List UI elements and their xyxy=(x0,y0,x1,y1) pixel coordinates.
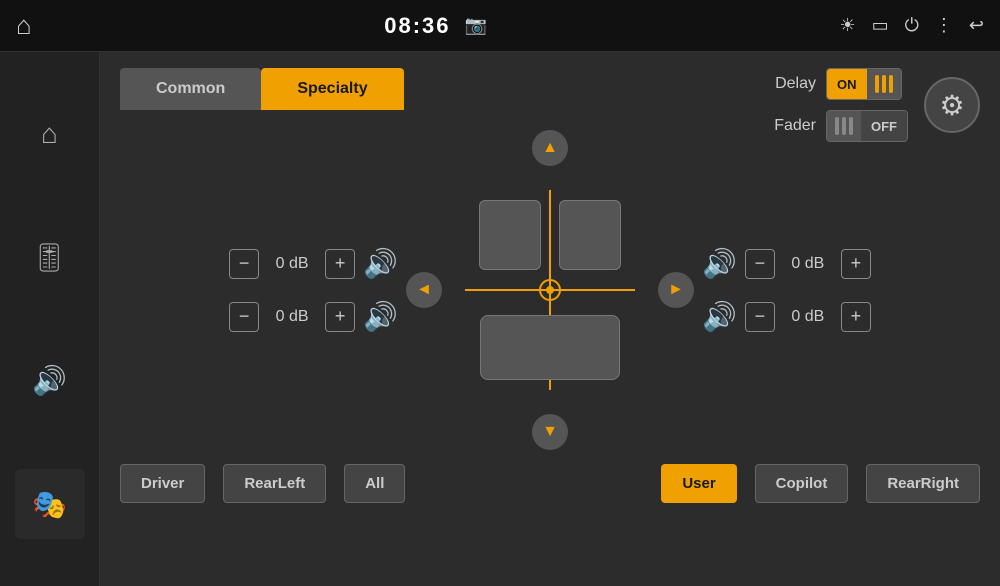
back-icon[interactable]: ↩ xyxy=(969,15,984,36)
center-section: ▲ ◄ xyxy=(406,130,694,450)
sidebar-item-equalizer[interactable]: 🎚 xyxy=(15,222,85,292)
main-layout: ⌂ 🎚 🔊 🎭 Common Specialty Delay ON xyxy=(0,52,1000,586)
seat-diagram xyxy=(465,190,635,390)
equalizer-icon: 🎚 xyxy=(32,241,68,274)
bar-g2 xyxy=(842,117,846,135)
left-top-minus-button[interactable]: − xyxy=(229,249,259,279)
sidebar-item-audio-effect[interactable]: 🎭 xyxy=(15,469,85,539)
right-bottom-db-row: 🔊 − 0 dB + xyxy=(702,300,871,333)
left-top-db-value: 0 dB xyxy=(267,255,317,273)
tab-common[interactable]: Common xyxy=(120,68,261,110)
fader-label: Fader xyxy=(768,117,816,135)
driver-zone-button[interactable]: Driver xyxy=(120,464,205,503)
bar-g1 xyxy=(835,117,839,135)
bar2 xyxy=(882,75,886,93)
middle-row: ◄ xyxy=(406,170,694,410)
audio-effect-icon: 🎭 xyxy=(32,488,67,521)
settings-button[interactable]: ⚙ xyxy=(924,77,980,133)
sidebar-item-home[interactable]: ⌂ xyxy=(15,99,85,169)
arrow-left-button[interactable]: ◄ xyxy=(406,272,442,308)
left-bottom-minus-button[interactable]: − xyxy=(229,302,259,332)
main-audio-section: − 0 dB + 🔊 − 0 dB + 🔊 ▲ ◄ xyxy=(120,130,980,450)
delay-label: Delay xyxy=(768,75,816,93)
right-bottom-speaker-icon: 🔊 xyxy=(702,300,737,333)
brightness-icon[interactable]: ☀ xyxy=(839,15,855,36)
power-icon[interactable]: ⏻ xyxy=(905,15,919,36)
arrow-up-button[interactable]: ▲ xyxy=(532,130,568,166)
seat-rear xyxy=(480,315,620,380)
top-right-controls: Delay ON Fader xyxy=(768,68,980,142)
battery-icon[interactable]: ▭ xyxy=(872,15,889,36)
left-bottom-plus-button[interactable]: + xyxy=(325,302,355,332)
right-bottom-plus-button[interactable]: + xyxy=(841,302,871,332)
crosshair-dot-inner xyxy=(546,286,554,294)
all-zone-button[interactable]: All xyxy=(344,464,405,503)
bar3 xyxy=(889,75,893,93)
content-area: Common Specialty Delay ON xyxy=(100,52,1000,586)
seat-diagram-container xyxy=(450,170,650,410)
rearleft-zone-button[interactable]: RearLeft xyxy=(223,464,326,503)
right-db-section: 🔊 − 0 dB + 🔊 − 0 dB + xyxy=(694,247,871,333)
seat-front-right xyxy=(559,200,621,270)
bar1 xyxy=(875,75,879,93)
home-nav-icon: ⌂ xyxy=(41,118,58,150)
left-bottom-speaker-icon: 🔊 xyxy=(363,300,398,333)
camera-icon[interactable]: 📷 xyxy=(465,15,487,36)
arrow-down-button[interactable]: ▼ xyxy=(532,414,568,450)
bar-g3 xyxy=(849,117,853,135)
volume-icon: 🔊 xyxy=(32,364,67,397)
tab-specialty[interactable]: Specialty xyxy=(261,68,403,110)
arrow-right-button[interactable]: ► xyxy=(658,272,694,308)
delay-bars xyxy=(867,69,901,99)
fader-control: Fader OFF xyxy=(768,110,908,142)
left-top-plus-button[interactable]: + xyxy=(325,249,355,279)
crosshair-dot[interactable] xyxy=(539,279,561,301)
seat-front-left xyxy=(479,200,541,270)
user-zone-button[interactable]: User xyxy=(661,464,736,503)
bottom-zone-row: Driver RearLeft All User Copilot RearRig… xyxy=(120,464,980,503)
right-bottom-minus-button[interactable]: − xyxy=(745,302,775,332)
right-top-plus-button[interactable]: + xyxy=(841,249,871,279)
left-top-speaker-icon: 🔊 xyxy=(363,247,398,280)
status-time: 08:36 xyxy=(384,13,450,39)
right-top-db-value: 0 dB xyxy=(783,255,833,273)
fader-bars xyxy=(827,111,861,141)
right-top-speaker-icon: 🔊 xyxy=(702,247,737,280)
right-top-db-row: 🔊 − 0 dB + xyxy=(702,247,871,280)
left-bottom-db-row: − 0 dB + 🔊 xyxy=(229,300,398,333)
fader-off-state: OFF xyxy=(861,111,907,141)
delay-control: Delay ON xyxy=(768,68,908,100)
delay-on-state: ON xyxy=(827,69,867,99)
left-top-db-row: − 0 dB + 🔊 xyxy=(229,247,398,280)
right-bottom-db-value: 0 dB xyxy=(783,308,833,326)
copilot-zone-button[interactable]: Copilot xyxy=(755,464,849,503)
menu-icon[interactable]: ⋮ xyxy=(935,15,953,36)
delay-toggle[interactable]: ON xyxy=(826,68,902,100)
rearright-zone-button[interactable]: RearRight xyxy=(866,464,980,503)
status-bar: ⌂ 08:36 📷 ☀ ▭ ⏻ ⋮ ↩ xyxy=(0,0,1000,52)
sidebar-item-volume[interactable]: 🔊 xyxy=(15,346,85,416)
home-icon[interactable]: ⌂ xyxy=(16,10,32,41)
left-bottom-db-value: 0 dB xyxy=(267,308,317,326)
right-top-minus-button[interactable]: − xyxy=(745,249,775,279)
fader-toggle[interactable]: OFF xyxy=(826,110,908,142)
sidebar: ⌂ 🎚 🔊 🎭 xyxy=(0,52,100,586)
left-db-section: − 0 dB + 🔊 − 0 dB + 🔊 xyxy=(229,247,406,333)
